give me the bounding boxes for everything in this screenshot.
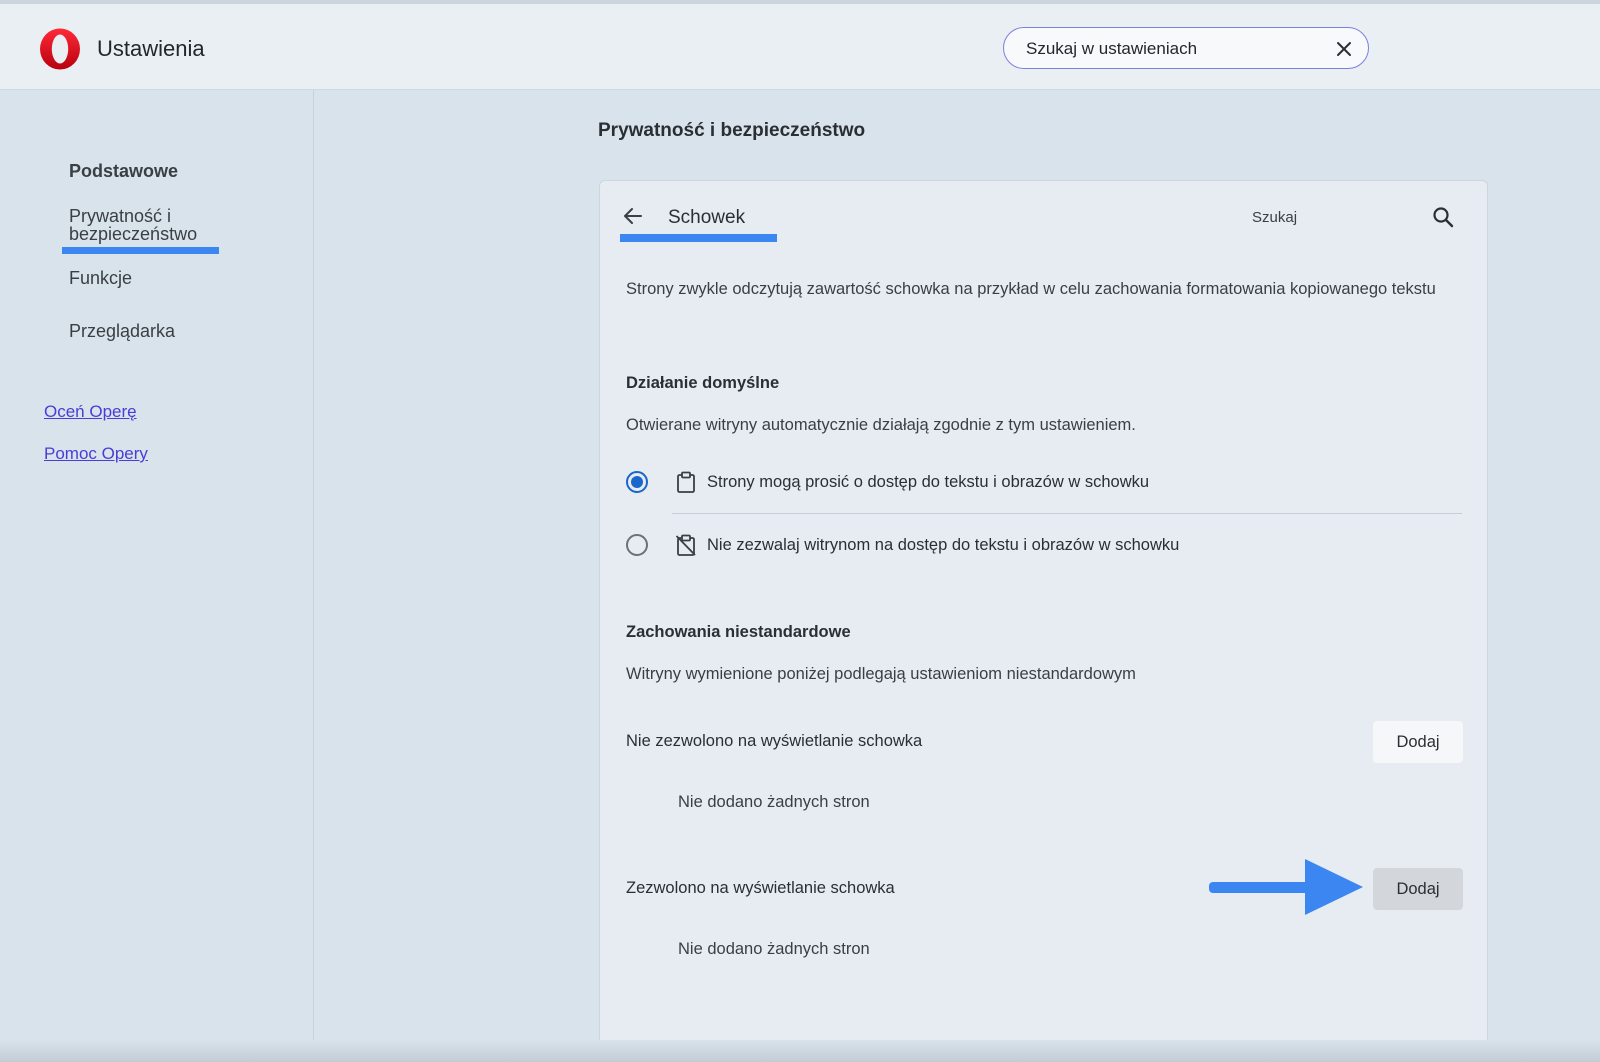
search-icon[interactable] bbox=[1432, 206, 1454, 228]
option-divider bbox=[672, 513, 1462, 514]
sidebar-item-basic[interactable]: Podstawowe bbox=[69, 162, 178, 180]
add-allowed-site-button[interactable]: Dodaj bbox=[1373, 868, 1463, 910]
clipboard-icon bbox=[677, 471, 695, 493]
sidebar-item-browser[interactable]: Przeglądarka bbox=[69, 322, 175, 340]
sidebar-item-privacy[interactable]: Prywatność i bezpieczeństwo bbox=[69, 207, 197, 243]
blocked-sites-empty: Nie dodano żadnych stron bbox=[678, 793, 870, 811]
default-behavior-text: Otwierane witryny automatycznie działają… bbox=[626, 416, 1136, 434]
card-search-label[interactable]: Szukaj bbox=[1252, 209, 1297, 226]
title-underline bbox=[620, 234, 777, 242]
sidebar-active-indicator bbox=[62, 247, 219, 254]
app-title: Ustawienia bbox=[97, 36, 205, 61]
clipboard-blocked-icon bbox=[676, 534, 696, 556]
clipboard-description: Strony zwykle odczytują zawartość schowk… bbox=[626, 280, 1436, 298]
sidebar-item-label: Prywatność i bbox=[69, 206, 172, 226]
add-blocked-site-button[interactable]: Dodaj bbox=[1373, 721, 1463, 763]
opera-logo-icon bbox=[40, 28, 80, 70]
sidebar: Podstawowe Prywatność i bezpieczeństwo F… bbox=[0, 90, 314, 1062]
rate-opera-link[interactable]: Oceń Operę bbox=[44, 402, 137, 422]
settings-search-input[interactable] bbox=[1026, 38, 1316, 60]
option-allow-clipboard-label[interactable]: Strony mogą prosić o dostęp do tekstu i … bbox=[707, 473, 1149, 492]
card-title: Schowek bbox=[668, 207, 746, 228]
radio-block-clipboard[interactable] bbox=[626, 534, 648, 556]
custom-behavior-text: Witryny wymienione poniżej podlegają ust… bbox=[626, 665, 1136, 683]
close-icon[interactable] bbox=[1334, 39, 1354, 59]
blocked-sites-label: Nie zezwolono na wyświetlanie schowka bbox=[626, 732, 923, 750]
sidebar-item-label: bezpieczeństwo bbox=[69, 224, 198, 244]
default-behavior-heading: Działanie domyślne bbox=[626, 374, 780, 392]
radio-allow-clipboard[interactable] bbox=[626, 471, 648, 493]
sidebar-item-features[interactable]: Funkcje bbox=[69, 269, 132, 287]
page-title: Prywatność i bezpieczeństwo bbox=[598, 120, 866, 141]
annotation-arrow-icon bbox=[1209, 859, 1363, 915]
allowed-sites-empty: Nie dodano żadnych stron bbox=[678, 940, 870, 958]
custom-behavior-heading: Zachowania niestandardowe bbox=[626, 623, 851, 641]
bottom-edge bbox=[0, 1040, 1600, 1062]
header: Ustawienia bbox=[0, 4, 1600, 90]
option-block-clipboard-label[interactable]: Nie zezwalaj witrynom na dostęp do tekst… bbox=[707, 536, 1179, 555]
settings-search-box[interactable] bbox=[1003, 27, 1369, 69]
clipboard-settings-card: Schowek Szukaj Strony zwykle odczytują z… bbox=[599, 180, 1488, 1062]
back-arrow-icon[interactable] bbox=[622, 205, 644, 227]
opera-help-link[interactable]: Pomoc Opery bbox=[44, 444, 148, 464]
allowed-sites-label: Zezwolono na wyświetlanie schowka bbox=[626, 879, 895, 897]
